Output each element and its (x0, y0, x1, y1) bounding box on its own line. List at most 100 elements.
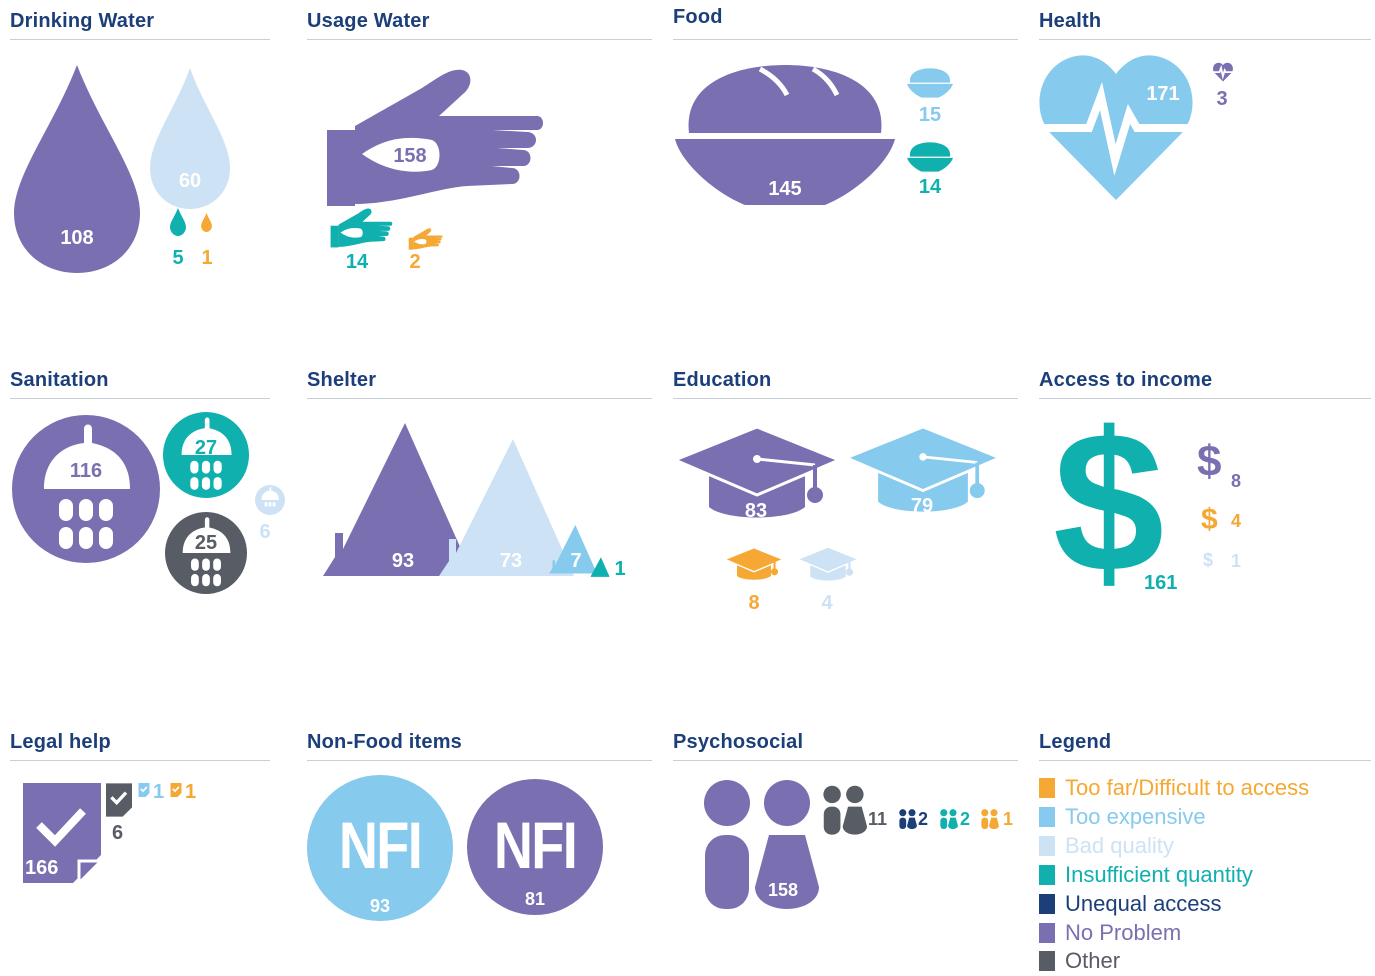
value-bad-quality: 4 (821, 592, 833, 614)
panel-usage-water: Usage Water 158 14 2 (307, 10, 652, 290)
panel-title: Health (1039, 10, 1102, 32)
divider (307, 760, 652, 761)
people-icon (823, 785, 867, 835)
panel-title: Shelter (307, 369, 377, 391)
panel-shelter: Shelter 93 73 7 1 (307, 369, 652, 629)
graduation-cap-icon (723, 546, 785, 580)
panel-food: Food 145 15 14 (673, 6, 1018, 286)
dollar-icon: $ (1201, 503, 1218, 536)
value-no-problem: 83 (744, 500, 768, 522)
legend-swatch (1039, 923, 1055, 943)
value-insufficient-quantity: 161 (1144, 572, 1178, 594)
nfi-icon-text: NFI (493, 808, 578, 882)
value-too-far: 4 (1231, 511, 1242, 531)
divider (1039, 760, 1371, 761)
bread-bowl-icon (907, 68, 953, 98)
value-no-problem: 145 (768, 178, 802, 200)
panel-title: Psychosocial (673, 731, 804, 753)
legend-label: Bad quality (1065, 833, 1174, 858)
hand-icon (408, 228, 443, 250)
heart-icon (1213, 62, 1233, 82)
value-bad-quality: 1 (1231, 551, 1242, 571)
checkbox-document-icon (170, 783, 182, 797)
value-too-expensive: 7 (570, 550, 582, 572)
tent-icon (590, 557, 610, 577)
value-insufficient-quantity: 14 (345, 251, 369, 273)
toilet-icon (255, 485, 285, 515)
panel-title: Access to income (1039, 369, 1213, 391)
legend-label: Unequal access (1065, 891, 1222, 916)
value-insufficient-quantity: 1 (614, 558, 626, 580)
divider (673, 760, 1018, 761)
divider (10, 398, 270, 399)
value-too-expensive: 15 (918, 104, 942, 126)
panel-education: Education 83 79 8 4 (671, 369, 1018, 629)
panel-title: Non-Food items (307, 731, 463, 753)
value-bad-quality: 60 (178, 170, 202, 192)
panel-title: Food (673, 6, 723, 28)
nfi-icon-text: NFI (338, 808, 423, 882)
value-other: 6 (112, 822, 124, 844)
panel-drinking-water: Drinking Water 108 60 5 1 (10, 10, 270, 290)
value-no-problem: 108 (60, 227, 94, 249)
divider (673, 398, 1018, 399)
legend-swatch (1039, 894, 1055, 914)
checkbox-document-icon (138, 783, 150, 797)
people-icon (940, 809, 958, 829)
value-too-far: 1 (185, 781, 197, 803)
people-icon (899, 809, 917, 829)
panel-title: Legal help (10, 731, 111, 753)
legend-swatch (1039, 865, 1055, 885)
legend-swatch (1039, 778, 1055, 798)
value-no-problem: 8 (1231, 471, 1242, 491)
legend-label: Too far/Difficult to access (1065, 775, 1310, 800)
legend-title: Legend (1039, 731, 1112, 753)
value-no-problem: 158 (393, 145, 427, 167)
value-too-expensive: 79 (910, 495, 934, 517)
people-icon (704, 780, 819, 909)
value-other: 11 (868, 809, 888, 829)
panel-legal-help: Legal help 166 6 1 1 (10, 731, 270, 931)
value-too-expensive: 1 (153, 781, 165, 803)
value-no-problem: 116 (69, 460, 103, 482)
value-too-expensive: 171 (1146, 83, 1180, 105)
bread-bowl-icon (907, 142, 953, 172)
panel-non-food-items: Non-Food items NFI 93 NFI 81 (307, 731, 652, 931)
value-no-problem: 166 (25, 857, 59, 879)
value-insufficient-quantity: 2 (960, 809, 971, 829)
value-bad-quality: 6 (259, 521, 271, 543)
water-drop-icon (170, 208, 186, 236)
divider (307, 398, 652, 399)
value-insufficient-quantity: 27 (194, 437, 218, 459)
value-no-problem: 81 (524, 889, 546, 909)
legend-swatch (1039, 951, 1055, 971)
people-icon (981, 809, 999, 829)
dollar-icon: $ (1197, 437, 1222, 486)
graduation-cap-icon (795, 546, 861, 581)
panel-access-to-income: Access to income $ 161 $ 8 $ 4 $ 1 (1039, 369, 1371, 629)
legend-label: Other (1065, 948, 1121, 973)
value-other: 25 (194, 532, 218, 554)
value-unequal-access: 2 (918, 809, 929, 829)
value-no-problem: 93 (391, 550, 415, 572)
dollar-icon: $ (1203, 550, 1214, 570)
divider (307, 39, 652, 40)
value-no-problem: 3 (1216, 88, 1228, 110)
panel-sanitation: Sanitation 116 27 25 6 (10, 369, 285, 629)
divider (1039, 39, 1371, 40)
panel-title: Education (673, 369, 772, 391)
legend-label: No Problem (1065, 920, 1182, 945)
legend-label: Insufficient quantity (1065, 862, 1253, 887)
panel-legend: Legend Too far/Difficult to access Too e… (1039, 731, 1371, 976)
toilet-icon (12, 415, 160, 563)
value-too-far: 1 (1003, 809, 1014, 829)
legend-swatch (1039, 807, 1055, 827)
value-too-far: 2 (409, 251, 421, 273)
value-too-far: 1 (201, 247, 213, 269)
divider (10, 760, 270, 761)
checkbox-document-icon (106, 783, 132, 817)
panel-title: Drinking Water (10, 10, 155, 32)
divider (10, 39, 270, 40)
value-bad-quality: 73 (499, 550, 523, 572)
water-drop-icon (201, 213, 212, 232)
